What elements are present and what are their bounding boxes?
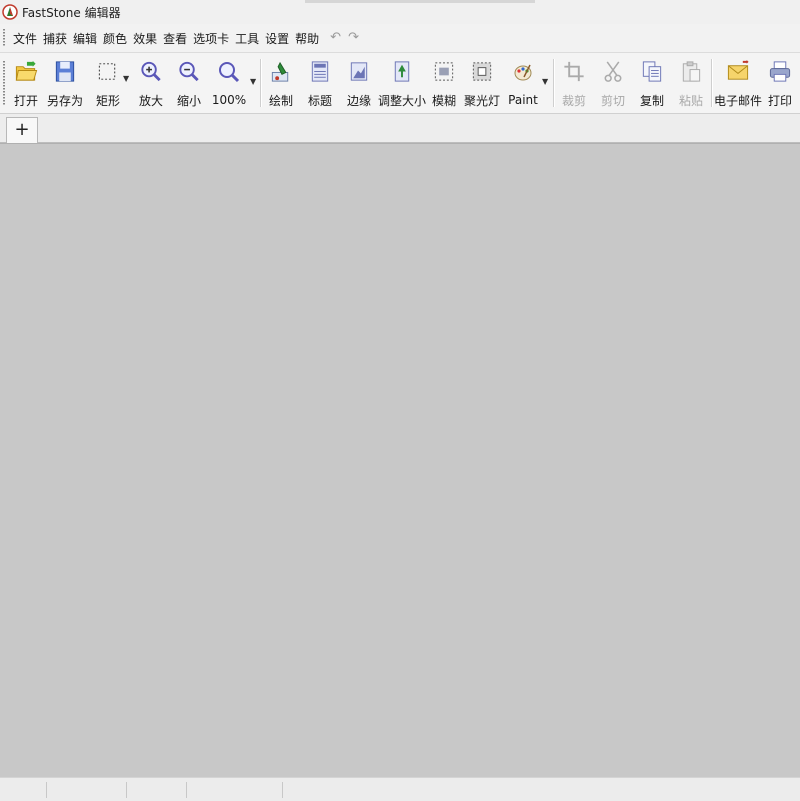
menu-bar: 文件 捕获 编辑 颜色 效果 查看 选项卡 工具 设置 帮助 ↶ ↷ [0, 24, 800, 53]
spotlight-button[interactable]: 聚光灯 [464, 57, 501, 109]
open-button[interactable]: 打开 [12, 57, 40, 109]
resize-button[interactable]: 调整大小 [378, 57, 427, 109]
draw-pen-icon [271, 61, 289, 82]
resize-icon [394, 61, 410, 82]
draw-label: 绘制 [268, 94, 293, 108]
copy-icon [642, 61, 662, 82]
menu-capture[interactable]: 捕获 [40, 30, 70, 47]
zoom-in-label: 放大 [138, 94, 163, 108]
zoom-actual-size-icon [219, 62, 240, 83]
menu-tools[interactable]: 工具 [232, 30, 262, 47]
print-button[interactable]: 打印 [767, 57, 793, 109]
faststone-app-icon[interactable] [2, 4, 18, 20]
save-disk-icon [55, 61, 75, 82]
paste-clipboard-icon [682, 61, 701, 82]
cut-button[interactable]: 剪切 [600, 57, 626, 109]
status-divider [46, 782, 47, 798]
email-button[interactable]: 电子邮件 [714, 57, 763, 109]
paint-label: Paint [508, 93, 538, 107]
menu-file[interactable]: 文件 [10, 30, 40, 47]
zoom-100-button[interactable]: 100% [212, 57, 246, 109]
menu-view[interactable]: 查看 [160, 30, 190, 47]
zoom-dropdown-icon[interactable]: ▼ [250, 77, 256, 86]
toolbar-separator [553, 59, 554, 107]
edge-label: 边缘 [346, 94, 371, 108]
editor-canvas[interactable] [0, 143, 800, 778]
zoom-out-icon [179, 61, 199, 82]
menu-grip[interactable] [3, 29, 6, 47]
draw-button[interactable]: 绘制 [268, 57, 294, 109]
menu-settings[interactable]: 设置 [262, 30, 292, 47]
window-title: FastStone 编辑器 [22, 5, 121, 20]
save-as-label: 另存为 [47, 94, 84, 108]
copy-label: 复制 [639, 94, 664, 108]
status-divider [282, 782, 283, 798]
spotlight-label: 聚光灯 [464, 94, 501, 108]
zoom-in-icon [141, 61, 161, 82]
tab-strip: + [0, 114, 800, 143]
rectangle-select-icon [98, 63, 116, 80]
rectangle-select-button[interactable]: 矩形 [94, 57, 122, 109]
scissors-icon [604, 61, 622, 82]
blur-button[interactable]: 模糊 [431, 57, 457, 109]
edge-button[interactable]: 边缘 [346, 57, 372, 109]
toolbar-separator [711, 59, 712, 107]
blur-label: 模糊 [431, 94, 456, 108]
menu-edit[interactable]: 编辑 [70, 30, 100, 47]
zoom-level-label: 100% [211, 93, 247, 107]
zoom-out-button[interactable]: 缩小 [176, 57, 202, 109]
title-bar: FastStone 编辑器 [0, 0, 800, 24]
redo-icon[interactable]: ↷ [348, 31, 362, 45]
crop-label: 裁剪 [561, 94, 586, 108]
paint-dropdown-icon[interactable]: ▼ [542, 77, 548, 86]
rectangle-label: 矩形 [95, 94, 120, 108]
open-label: 打开 [13, 94, 38, 108]
undo-icon[interactable]: ↶ [330, 31, 344, 45]
zoom-out-label: 缩小 [176, 94, 201, 108]
caption-label: 标题 [307, 94, 332, 108]
toolbar-separator [260, 59, 261, 107]
edge-icon [350, 62, 368, 81]
printer-icon [769, 61, 791, 82]
crop-icon [564, 61, 584, 82]
rectangle-dropdown-icon[interactable]: ▼ [123, 74, 129, 83]
caption-icon [311, 61, 329, 82]
email-label: 电子邮件 [714, 94, 763, 108]
menu-help[interactable]: 帮助 [292, 30, 322, 47]
menu-effects[interactable]: 效果 [130, 30, 160, 47]
paste-button[interactable]: 粘贴 [678, 57, 704, 109]
caption-button[interactable]: 标题 [307, 57, 333, 109]
save-as-button[interactable]: 另存为 [47, 57, 84, 109]
menu-color[interactable]: 颜色 [100, 30, 130, 47]
copy-button[interactable]: 复制 [639, 57, 665, 109]
toolbar-grip[interactable] [3, 61, 6, 105]
paint-palette-icon [514, 64, 532, 81]
zoom-in-button[interactable]: 放大 [138, 57, 164, 109]
status-divider [186, 782, 187, 798]
open-folder-icon [15, 60, 38, 81]
title-strip [305, 0, 535, 3]
print-label: 打印 [767, 94, 792, 108]
spotlight-icon [472, 62, 492, 81]
add-tab-button[interactable]: + [6, 117, 38, 143]
blur-icon [434, 62, 454, 81]
toolbar: 打开 另存为 矩形 ▼ 放大 缩小 100% ▼ 绘制 标题 边缘 调整大小 模… [0, 53, 800, 114]
menu-tabs[interactable]: 选项卡 [190, 30, 232, 47]
paste-label: 粘贴 [678, 94, 703, 108]
status-bar [0, 777, 800, 801]
crop-button[interactable]: 裁剪 [561, 57, 587, 109]
paint-button[interactable]: Paint [508, 57, 538, 109]
resize-label: 调整大小 [378, 94, 427, 108]
email-envelope-icon [727, 59, 749, 80]
cut-label: 剪切 [600, 94, 625, 108]
status-divider [126, 782, 127, 798]
